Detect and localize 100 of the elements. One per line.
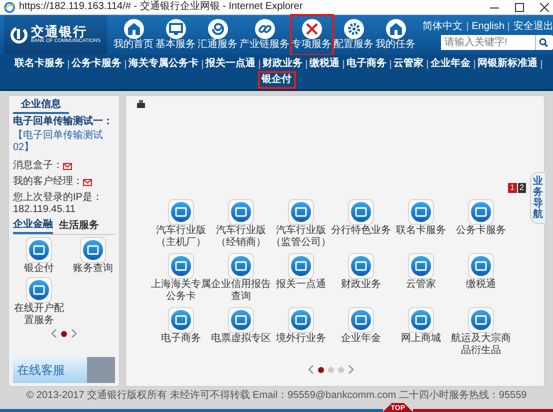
app-tile-icon [26, 237, 52, 263]
app-tile-icon [168, 307, 194, 333]
header-link[interactable]: English [472, 20, 504, 32]
app-tile-icon [288, 199, 314, 225]
browser-icon [4, 2, 15, 12]
app-shortcut[interactable]: 企业年金 [331, 307, 391, 357]
page-tab[interactable]: 1 [508, 183, 517, 193]
app-shortcut[interactable]: 云管家 [391, 253, 451, 303]
nav-link[interactable]: 云管家 [390, 56, 426, 72]
app-shortcut[interactable]: 银企付 [13, 237, 65, 275]
footer-text: © 2013-2017 交通银行版权所有 未经许可不得转载 Email：95559@bankcomm.com 二十四小时服务热线：95559 [25, 388, 528, 403]
nav-link[interactable]: 财政业务 [260, 56, 306, 72]
search-icon [539, 38, 548, 46]
house-icon [124, 19, 144, 39]
app-tile-icon [228, 307, 254, 333]
nav-item[interactable]: 配置服务 [332, 15, 375, 55]
online-service-banner[interactable]: 在线客服 [13, 357, 115, 383]
nav-link[interactable]: 网银新标准通 [474, 56, 540, 72]
carousel-dot[interactable] [338, 366, 344, 372]
link-icon [254, 19, 275, 39]
app-shortcut[interactable]: 企业信用报告查询 [211, 253, 271, 303]
logo-text: 交通银行 [31, 26, 87, 39]
mail-icon[interactable] [83, 178, 92, 186]
app-tile-icon [468, 253, 494, 279]
carousel-dot[interactable] [318, 366, 324, 372]
side-tab[interactable]: 业务导航 [530, 172, 546, 224]
printer-icon[interactable] [136, 100, 146, 110]
nav-link[interactable]: 报关一点通 [202, 56, 258, 72]
app-tile-icon [80, 237, 106, 263]
nav-link[interactable]: 企业年金 [428, 56, 474, 72]
info-label: 消息盒子： [13, 160, 63, 172]
nav-item[interactable]: 汇通服务 [196, 15, 239, 55]
app-shortcut[interactable]: 联名卡服务 [391, 199, 451, 249]
app-shortcut[interactable]: 公务卡服务 [451, 199, 511, 249]
info-label: 我的客户经理： [13, 176, 83, 188]
maximize-icon[interactable] [515, 2, 524, 12]
nav-link[interactable]: 银企付 [258, 72, 294, 88]
app-shortcut[interactable]: 财政业务 [331, 253, 391, 303]
app-tile-icon [228, 199, 254, 225]
app-shortcut[interactable]: 缴税通 [451, 253, 511, 303]
nav-link[interactable]: 电子商务 [344, 56, 390, 72]
app-tile-icon [348, 253, 374, 279]
panel-title: 企业信息 [13, 99, 69, 114]
close-icon[interactable] [540, 2, 549, 12]
header-link[interactable]: 简体中文 [422, 20, 463, 32]
nav-item[interactable]: 专项服务 [290, 15, 333, 55]
app-shortcut[interactable]: 电子商务 [151, 307, 211, 357]
search-field[interactable]: 请输入关键字! [441, 34, 553, 50]
app-shortcut[interactable]: 航运及大宗商品衍生品 [451, 307, 511, 357]
app-shortcut[interactable]: 账务查询 [67, 237, 119, 275]
app-tile-icon [168, 253, 194, 279]
nav-link[interactable]: 联名卡服务 [12, 56, 68, 72]
app-shortcut[interactable]: 在线开户配置服务 [13, 277, 65, 327]
gear-icon [344, 19, 364, 39]
app-tile-icon [408, 307, 434, 333]
app-tile-icon [408, 253, 434, 279]
ip-address: 182.119.45.11 [13, 204, 76, 216]
app-shortcut[interactable]: 网上商城 [391, 307, 451, 357]
app-tile-icon [26, 277, 52, 303]
page-tab[interactable]: 2 [518, 183, 526, 193]
logo-icon [10, 26, 28, 44]
nav-link[interactable]: 缴税通 [306, 56, 342, 72]
app-tile-icon [468, 307, 494, 333]
app-shortcut[interactable]: 汽车行业版（监管公司） [271, 199, 331, 249]
nav-item[interactable]: 基本服务 [154, 15, 197, 55]
nav-item[interactable]: 产业链服务 [238, 15, 291, 55]
carousel-dot[interactable] [61, 330, 67, 336]
notice-title[interactable]: 电子回单传输测试一： [13, 116, 115, 128]
banner-text: 在线客服 [16, 362, 65, 378]
nav-link[interactable]: 海关专属公务卡 [126, 56, 202, 72]
mail-icon[interactable] [63, 162, 72, 170]
app-tile-icon [168, 199, 194, 225]
app-tile-icon [288, 307, 314, 333]
app-tile-icon [288, 253, 314, 279]
house-icon [386, 19, 406, 39]
app-tile-icon [348, 307, 374, 333]
photo-placeholder [87, 357, 115, 383]
nav-item[interactable]: 我的首页 [112, 15, 155, 55]
app-shortcut[interactable]: 汽车行业版（经销商） [211, 199, 271, 249]
header-link[interactable]: 安全退出 [513, 20, 553, 32]
window-title: https://182.119.163.114/# - 交通银行企业网银 - Internet Explorer [19, 1, 303, 13]
spiral-icon [208, 19, 228, 39]
tools-icon [302, 19, 322, 39]
app-shortcut[interactable]: 电票虚拟专区 [211, 307, 271, 357]
carousel-dot[interactable] [328, 366, 334, 372]
app-tile-icon [228, 253, 254, 279]
app-shortcut[interactable]: 汽车行业版（主机厂） [151, 199, 211, 249]
app-shortcut[interactable]: 上海海关专属公务卡 [151, 253, 211, 303]
tab[interactable]: 生活服务 [59, 218, 99, 234]
app-shortcut[interactable]: 报关一点通 [271, 253, 331, 303]
app-tile-icon [348, 199, 374, 225]
app-shortcut[interactable]: 境外行业务 [271, 307, 331, 357]
nav-link[interactable]: 公务卡服务 [68, 56, 124, 72]
app-shortcut[interactable]: 分行特色业务 [331, 199, 391, 249]
info-label: 您上次登录的IP是： [13, 192, 102, 204]
nav-item[interactable]: 我的任务 [374, 15, 417, 55]
notice-text[interactable]: 【电子回单传输测试02】 [13, 130, 115, 154]
app-tile-icon [468, 199, 494, 225]
tab[interactable]: 企业金融 [13, 218, 53, 234]
monitor-icon [166, 19, 186, 39]
